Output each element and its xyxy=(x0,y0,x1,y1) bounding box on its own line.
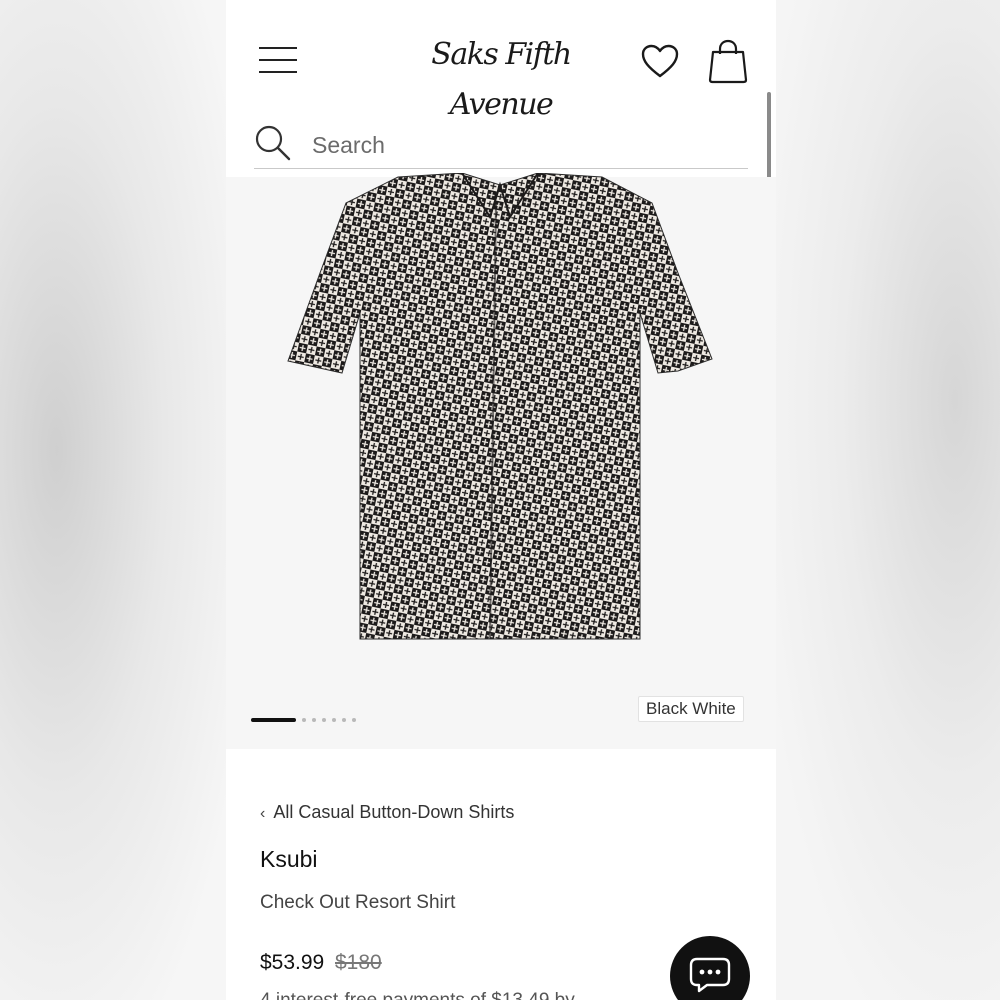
heart-icon[interactable] xyxy=(640,42,680,82)
shopping-bag-icon[interactable] xyxy=(707,38,749,84)
hamburger-menu-icon[interactable] xyxy=(259,47,297,73)
breadcrumb-label: All Casual Button-Down Shirts xyxy=(273,802,515,822)
chat-button[interactable] xyxy=(670,936,750,1000)
search-bar[interactable] xyxy=(254,120,748,169)
magnifier-icon[interactable] xyxy=(254,124,292,162)
site-header: Saks Fifth Avenue xyxy=(226,0,776,122)
pagination-dot[interactable] xyxy=(302,718,306,722)
pagination-dot[interactable] xyxy=(342,718,346,722)
backdrop-right xyxy=(776,0,1000,1000)
pagination-dot[interactable] xyxy=(332,718,336,722)
mobile-viewport: Saks Fifth Avenue Search Black White ‹ A… xyxy=(226,0,776,1000)
color-label: Black White xyxy=(638,696,744,722)
installments-text: 4 interest-free payments of $13.49 by xyxy=(260,990,575,1000)
sale-price: $53.99 xyxy=(260,951,325,974)
backdrop-left xyxy=(0,0,226,1000)
search-input[interactable] xyxy=(310,128,734,162)
site-logo[interactable]: Saks Fifth Avenue xyxy=(396,30,606,122)
breadcrumb[interactable]: ‹ All Casual Button-Down Shirts xyxy=(260,802,514,823)
pagination-dot-active[interactable] xyxy=(251,718,296,722)
product-image-shirt[interactable] xyxy=(280,173,720,653)
product-name: Check Out Resort Shirt xyxy=(260,892,456,913)
product-image-gallery[interactable]: Black White xyxy=(226,173,776,749)
pagination-dot[interactable] xyxy=(312,718,316,722)
chat-bubble-icon xyxy=(689,957,731,993)
product-brand[interactable]: Ksubi xyxy=(260,846,318,873)
pagination-dot[interactable] xyxy=(352,718,356,722)
original-price: $180 xyxy=(335,951,382,974)
chevron-left-icon: ‹ xyxy=(260,805,266,822)
pagination-dot[interactable] xyxy=(322,718,326,722)
